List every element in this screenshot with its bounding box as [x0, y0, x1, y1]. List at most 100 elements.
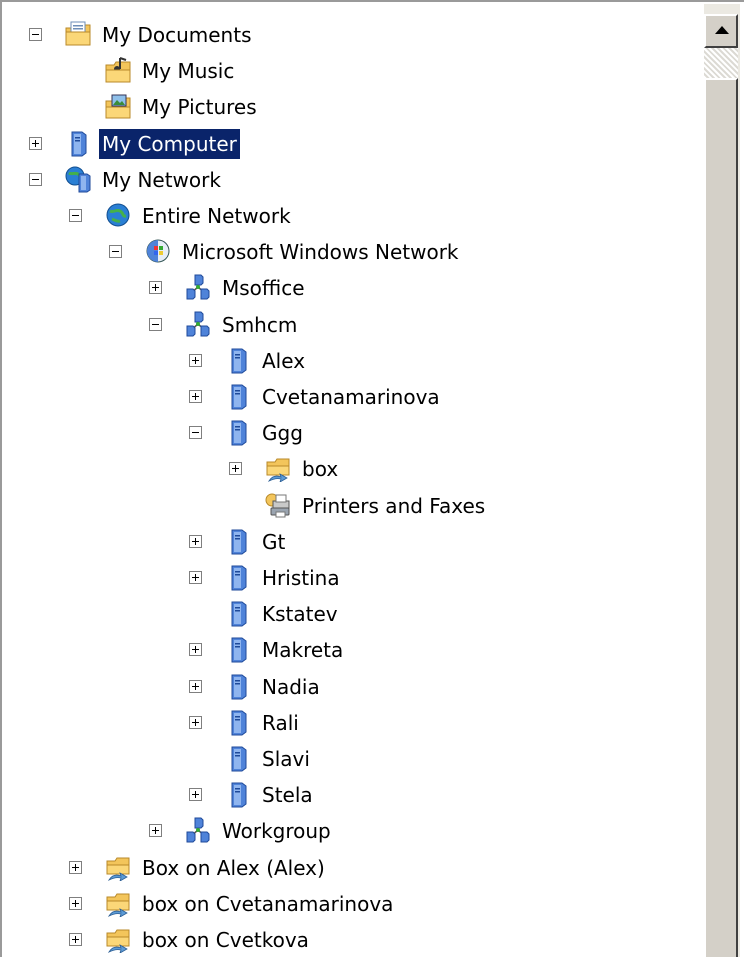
computer-icon [225, 744, 251, 772]
shared-folder-icon [265, 454, 291, 484]
expand-toggle[interactable] [29, 136, 42, 150]
tree-item[interactable]: Rali [2, 705, 702, 741]
tree-item[interactable]: Msoffice [2, 270, 702, 306]
computer-icon [225, 708, 251, 736]
tree-item-label[interactable]: Workgroup [219, 816, 334, 846]
tree-item-label[interactable]: My Documents [99, 20, 254, 50]
computer-icon [225, 672, 251, 700]
tree-item[interactable]: Workgroup [2, 813, 702, 849]
expand-toggle[interactable] [229, 462, 242, 476]
pictures-folder-icon [105, 92, 131, 120]
tree-item-label[interactable]: Nadia [259, 672, 323, 702]
tree-item[interactable]: Makreta [2, 632, 702, 668]
tree-item[interactable]: My Network [2, 162, 702, 198]
shared-folder-icon [105, 925, 131, 954]
tree-item-label[interactable]: Hristina [259, 563, 343, 593]
tree-item-label[interactable]: My Computer [99, 128, 240, 159]
expand-toggle[interactable] [189, 643, 202, 657]
expand-toggle[interactable] [189, 353, 202, 367]
collapse-toggle[interactable] [29, 172, 42, 186]
computer-icon [225, 382, 251, 410]
documents-folder-icon [65, 20, 91, 48]
tree-item[interactable]: box [2, 451, 702, 487]
tree-item[interactable]: Ggg [2, 415, 702, 451]
tree-item[interactable]: Alex [2, 343, 702, 379]
tree-item-label[interactable]: Box on Alex (Alex) [139, 853, 328, 883]
computer-icon [225, 418, 251, 446]
tree-item-label[interactable]: Entire Network [139, 201, 294, 231]
computer-icon [225, 563, 251, 591]
tree-item-label[interactable]: Ggg [259, 418, 306, 448]
collapse-toggle[interactable] [189, 426, 202, 440]
collapse-toggle[interactable] [29, 28, 42, 41]
tree-item-label[interactable]: Smhcm [219, 310, 300, 340]
tree-item[interactable]: Box on Alex (Alex) [2, 850, 702, 886]
shared-folder-icon [105, 889, 131, 918]
explorer-tree-pane: My Documents My Music My Pictures My Comput… [0, 0, 744, 957]
tree-item[interactable]: Hristina [2, 560, 702, 596]
folder-tree: My Documents My Music My Pictures My Comput… [2, 2, 702, 957]
tree-item-label[interactable]: My Music [139, 56, 237, 86]
collapse-toggle[interactable] [109, 245, 122, 259]
tree-item-label[interactable]: Alex [259, 346, 308, 376]
expand-toggle[interactable] [189, 571, 202, 584]
tree-item-label[interactable]: box on Cvetanamarinova [139, 889, 396, 919]
tree-item-label[interactable]: box on Cvetkova [139, 925, 312, 955]
tree-item-label[interactable]: box [299, 454, 341, 484]
computer-icon [225, 346, 251, 374]
tree-item[interactable]: My Computer [2, 126, 702, 162]
tree-item[interactable]: box on Cvetkova [2, 922, 702, 957]
tree-item-label[interactable]: Msoffice [219, 273, 308, 303]
tree-item[interactable]: Nadia [2, 669, 702, 705]
tree-item-label[interactable]: Cvetanamarinova [259, 382, 443, 412]
expand-toggle[interactable] [69, 896, 82, 910]
expand-toggle[interactable] [189, 788, 202, 802]
collapse-toggle[interactable] [69, 209, 82, 222]
expand-toggle[interactable] [149, 824, 162, 838]
workgroup-icon [185, 310, 211, 338]
tree-item-label[interactable]: Makreta [259, 635, 346, 665]
globe-icon [105, 201, 131, 229]
tree-item[interactable]: My Music [2, 53, 702, 89]
printer-icon [265, 491, 291, 519]
tree-item[interactable]: box on Cvetanamarinova [2, 886, 702, 922]
tree-item-label[interactable]: Stela [259, 780, 316, 810]
network-places-icon [65, 165, 91, 193]
tree-item-label[interactable]: Microsoft Windows Network [179, 237, 462, 267]
tree-item-label[interactable]: Printers and Faxes [299, 491, 488, 521]
tree-item[interactable]: Printers and Faxes [2, 488, 702, 524]
tree-item-label[interactable]: Kstatev [259, 599, 341, 629]
expand-toggle[interactable] [69, 933, 82, 946]
scrollbar-thumb[interactable] [704, 78, 738, 957]
tree-item[interactable]: My Pictures [2, 89, 702, 125]
tree-item[interactable]: Microsoft Windows Network [2, 234, 702, 270]
computer-icon [225, 635, 251, 663]
computer-icon [65, 129, 91, 157]
expand-toggle[interactable] [189, 679, 202, 693]
expand-toggle[interactable] [189, 534, 202, 548]
scroll-up-button[interactable] [704, 14, 738, 48]
tree-item-label[interactable]: Slavi [259, 744, 313, 774]
tree-item[interactable]: Smhcm [2, 307, 702, 343]
expand-toggle[interactable] [69, 860, 82, 874]
tree-item[interactable]: Kstatev [2, 596, 702, 632]
expand-toggle[interactable] [149, 281, 162, 295]
tree-item[interactable]: Slavi [2, 741, 702, 777]
tree-item[interactable]: Entire Network [2, 198, 702, 234]
tree-item-label[interactable]: Rali [259, 708, 302, 738]
tree-item-label[interactable]: My Network [99, 165, 224, 195]
computer-icon [225, 780, 251, 808]
tree-item[interactable]: Stela [2, 777, 702, 813]
computer-icon [225, 599, 251, 627]
tree-item-label[interactable]: My Pictures [139, 92, 260, 122]
scrollbar-track[interactable] [704, 48, 738, 78]
expand-toggle[interactable] [189, 390, 202, 403]
tree-item[interactable]: Gt [2, 524, 702, 560]
vertical-scrollbar[interactable] [704, 4, 740, 957]
tree-item[interactable]: Cvetanamarinova [2, 379, 702, 415]
expand-toggle[interactable] [189, 715, 202, 729]
collapse-toggle[interactable] [149, 317, 162, 331]
music-folder-icon [105, 56, 131, 84]
tree-item-label[interactable]: Gt [259, 527, 288, 557]
tree-item[interactable]: My Documents [2, 17, 702, 53]
